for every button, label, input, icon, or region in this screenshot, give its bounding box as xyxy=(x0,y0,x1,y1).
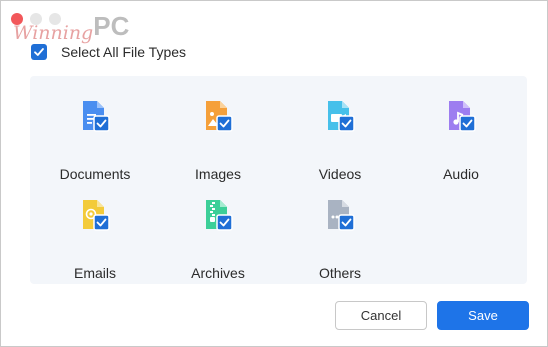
checkmark-icon xyxy=(34,48,44,56)
file-type-grid: Documents Images Videos Audio Emails Arc… xyxy=(30,76,527,284)
archive-icon xyxy=(206,200,233,231)
file-type-audio[interactable]: Audio xyxy=(406,100,516,182)
file-type-images[interactable]: Images xyxy=(163,100,273,182)
file-type-label: Documents xyxy=(59,166,131,182)
file-type-documents[interactable]: Documents xyxy=(40,100,150,182)
file-type-emails[interactable]: Emails xyxy=(40,199,150,281)
file-type-archives[interactable]: Archives xyxy=(163,199,273,281)
watermark-logo: WinningPC xyxy=(13,11,129,46)
watermark-text: Winning xyxy=(13,22,94,44)
select-all-label: Select All File Types xyxy=(61,44,187,60)
file-type-label: Videos xyxy=(318,166,362,182)
select-all-row[interactable]: Select All File Types xyxy=(31,44,186,60)
watermark-suffix: PC xyxy=(93,11,130,41)
file-type-label: Audio xyxy=(443,166,479,182)
file-type-videos[interactable]: Videos xyxy=(285,100,395,182)
cancel-button[interactable]: Cancel xyxy=(335,301,427,330)
file-type-others[interactable]: Others xyxy=(285,199,395,281)
file-type-label: Images xyxy=(195,166,241,182)
file-types-dialog: WinningPC Select All File Types Document… xyxy=(0,0,548,347)
file-type-label: Archives xyxy=(191,265,245,281)
email-icon xyxy=(83,200,110,231)
video-icon xyxy=(328,101,355,132)
audio-icon xyxy=(449,101,476,132)
file-type-label: Others xyxy=(318,265,361,281)
title-bar: WinningPC xyxy=(1,1,547,44)
file-type-label: Emails xyxy=(73,265,116,281)
select-all-checkbox[interactable] xyxy=(31,44,47,60)
document-icon xyxy=(83,101,110,132)
image-icon xyxy=(206,101,233,132)
save-button[interactable]: Save xyxy=(437,301,529,330)
other-file-icon xyxy=(328,200,355,231)
